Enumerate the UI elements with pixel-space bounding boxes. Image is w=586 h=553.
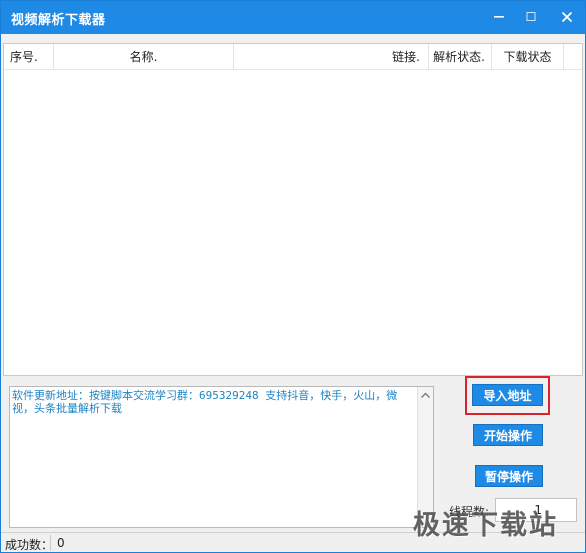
- close-icon: [561, 11, 573, 23]
- column-header-index[interactable]: 序号.: [4, 44, 54, 70]
- app-window: 视频解析下载器 序号. 名称. 链接. 解析状态. 下载状态 软件更新地址：按键…: [0, 0, 586, 553]
- chevron-up-icon: [421, 392, 430, 398]
- site-watermark: 极速下载站: [413, 510, 558, 541]
- minimize-button[interactable]: [488, 7, 510, 27]
- minimize-icon: [494, 16, 504, 18]
- maximize-button[interactable]: [520, 7, 542, 27]
- log-textarea[interactable]: 软件更新地址：按键脚本交流学习群：695329248 支持抖音，快手，火山，微视…: [9, 386, 434, 528]
- column-header-parse-status[interactable]: 解析状态.: [429, 44, 492, 70]
- column-header-name[interactable]: 名称.: [54, 44, 234, 70]
- window-title: 视频解析下载器: [11, 13, 106, 28]
- scroll-up-button[interactable]: [418, 387, 433, 403]
- success-count-label: 成功数：: [5, 538, 54, 552]
- status-divider: [50, 535, 51, 551]
- success-count-value: 0: [57, 536, 65, 550]
- start-button[interactable]: 开始操作: [473, 424, 543, 446]
- pause-button[interactable]: 暂停操作: [475, 465, 543, 487]
- import-address-button[interactable]: 导入地址: [472, 384, 543, 406]
- list-header: 序号. 名称. 链接. 解析状态. 下载状态: [4, 44, 582, 70]
- video-list[interactable]: 序号. 名称. 链接. 解析状态. 下载状态: [3, 43, 583, 376]
- column-header-download-status[interactable]: 下载状态: [492, 44, 564, 70]
- close-button[interactable]: [556, 7, 578, 27]
- title-bar[interactable]: 视频解析下载器: [1, 1, 585, 34]
- log-text: 软件更新地址：按键脚本交流学习群：695329248 支持抖音，快手，火山，微视…: [12, 389, 398, 415]
- column-header-filler: [564, 44, 582, 70]
- maximize-icon: [526, 12, 536, 21]
- column-header-link[interactable]: 链接.: [234, 44, 429, 70]
